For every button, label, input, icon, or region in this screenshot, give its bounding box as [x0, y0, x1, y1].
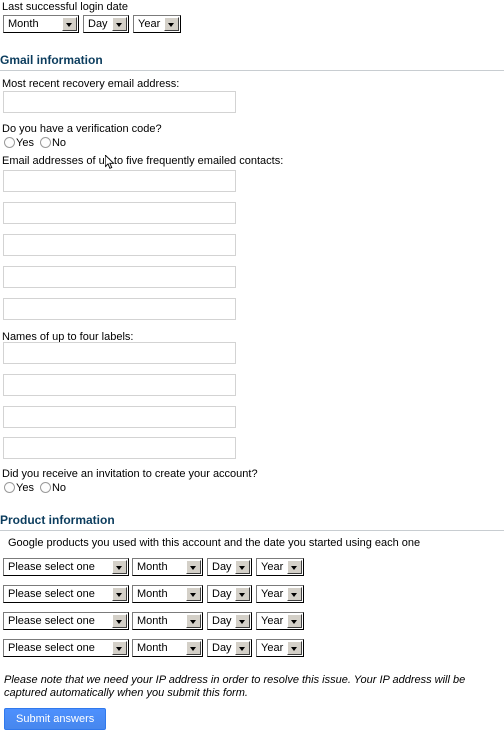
- verification-code-question: Do you have a verification code?: [2, 123, 162, 135]
- label-name-input-4[interactable]: [3, 437, 236, 459]
- chevron-down-icon[interactable]: [164, 17, 179, 31]
- chevron-down-icon[interactable]: [287, 614, 302, 628]
- product-select-3-value: Please select one: [8, 615, 95, 627]
- label-name-input-2[interactable]: [3, 374, 236, 396]
- chevron-down-icon[interactable]: [112, 17, 127, 31]
- invitation-radio-group: Yes No: [4, 481, 72, 495]
- last-login-date-label: Last successful login date: [2, 1, 128, 13]
- product-select-3[interactable]: Please select one: [3, 612, 129, 630]
- label-name-input-1[interactable]: [3, 342, 236, 364]
- chevron-down-icon[interactable]: [186, 560, 201, 574]
- invitation-yes-label: Yes: [16, 482, 34, 494]
- product-select-2-value: Please select one: [8, 588, 95, 600]
- verification-yes-radio[interactable]: [4, 137, 15, 148]
- product-month-select-2[interactable]: Month: [132, 585, 203, 603]
- chevron-down-icon[interactable]: [112, 560, 127, 574]
- invitation-yes-radio[interactable]: [4, 482, 15, 493]
- chevron-down-icon[interactable]: [235, 560, 250, 574]
- submit-answers-button[interactable]: Submit answers: [4, 708, 107, 730]
- product-month-select-4[interactable]: Month: [132, 639, 203, 657]
- product-year-select-1[interactable]: Year: [256, 558, 304, 576]
- product-year-select-4[interactable]: Year: [256, 639, 304, 657]
- mouse-cursor-icon: [105, 155, 115, 169]
- chevron-down-icon[interactable]: [62, 17, 77, 31]
- product-select-4-value: Please select one: [8, 642, 95, 654]
- chevron-down-icon[interactable]: [235, 587, 250, 601]
- recovery-email-input[interactable]: [3, 91, 236, 113]
- product-day-select-3[interactable]: Day: [207, 612, 252, 630]
- verification-yes-label: Yes: [16, 137, 34, 149]
- last-login-month-select[interactable]: Month: [3, 15, 79, 33]
- product-month-select-1[interactable]: Month: [132, 558, 203, 576]
- product-select-4[interactable]: Please select one: [3, 639, 129, 657]
- product-day-select-4[interactable]: Day: [207, 639, 252, 657]
- verification-radio-group: Yes No: [4, 136, 72, 150]
- product-month-select-3[interactable]: Month: [132, 612, 203, 630]
- contacts-label: Email addresses of up to five frequently…: [2, 155, 284, 167]
- contact-email-input-5[interactable]: [3, 298, 236, 320]
- verification-no-label: No: [51, 137, 67, 149]
- verification-no-radio[interactable]: [39, 137, 51, 148]
- invitation-no-label: No: [51, 482, 67, 494]
- chevron-down-icon[interactable]: [112, 641, 127, 655]
- product-year-select-3[interactable]: Year: [256, 612, 304, 630]
- chevron-down-icon[interactable]: [186, 641, 201, 655]
- chevron-down-icon[interactable]: [287, 560, 302, 574]
- gmail-information-heading: Gmail information: [0, 53, 504, 71]
- recovery-email-label: Most recent recovery email address:: [2, 78, 180, 90]
- chevron-down-icon[interactable]: [112, 587, 127, 601]
- product-year-select-2[interactable]: Year: [256, 585, 304, 603]
- product-day-select-1[interactable]: Day: [207, 558, 252, 576]
- form-page: Last successful login date Month Day Yea…: [0, 0, 504, 747]
- invitation-no-radio[interactable]: [39, 482, 51, 493]
- product-select-1-value: Please select one: [8, 561, 95, 573]
- contact-email-input-2[interactable]: [3, 202, 236, 224]
- product-select-2[interactable]: Please select one: [3, 585, 129, 603]
- chevron-down-icon[interactable]: [186, 614, 201, 628]
- contact-email-input-4[interactable]: [3, 266, 236, 288]
- ip-address-note: Please note that we need your IP address…: [4, 674, 466, 699]
- label-name-input-3[interactable]: [3, 406, 236, 428]
- chevron-down-icon[interactable]: [186, 587, 201, 601]
- contact-email-input-1[interactable]: [3, 170, 236, 192]
- contact-email-input-3[interactable]: [3, 234, 236, 256]
- invitation-question: Did you receive an invitation to create …: [2, 468, 258, 480]
- last-login-year-select[interactable]: Year: [133, 15, 181, 33]
- chevron-down-icon[interactable]: [287, 587, 302, 601]
- product-description: Google products you used with this accou…: [8, 537, 421, 549]
- chevron-down-icon[interactable]: [235, 641, 250, 655]
- product-information-heading: Product information: [0, 513, 504, 531]
- last-login-day-select[interactable]: Day: [83, 15, 129, 33]
- chevron-down-icon[interactable]: [287, 641, 302, 655]
- product-day-select-2[interactable]: Day: [207, 585, 252, 603]
- product-select-1[interactable]: Please select one: [3, 558, 129, 576]
- chevron-down-icon[interactable]: [235, 614, 250, 628]
- chevron-down-icon[interactable]: [112, 614, 127, 628]
